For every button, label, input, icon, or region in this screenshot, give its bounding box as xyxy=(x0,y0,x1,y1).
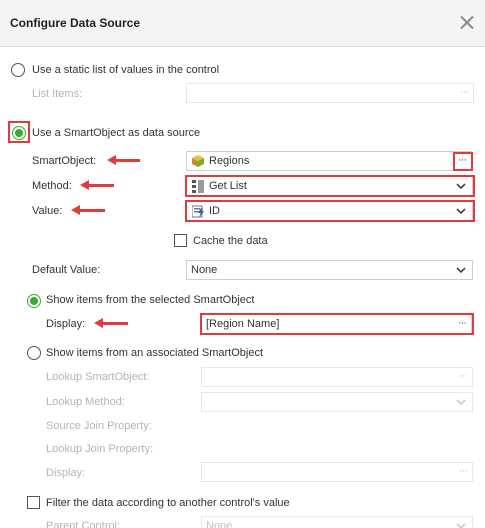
cache-label: Cache the data xyxy=(193,235,268,247)
value-property-icon xyxy=(192,205,204,218)
list-items-label: List Items: xyxy=(32,88,83,100)
smartobject-radio[interactable] xyxy=(12,126,26,140)
show-associated-label: Show items from an associated SmartObjec… xyxy=(46,347,264,359)
list-items-ellipsis-icon[interactable]: ··· xyxy=(460,86,469,98)
lookup-method-select[interactable] xyxy=(201,392,473,412)
default-value-label: Default Value: xyxy=(32,264,101,276)
smartobject-field[interactable]: Regions ··· xyxy=(186,151,472,171)
smartobject-ellipsis-icon[interactable]: ··· xyxy=(458,154,467,166)
smartobject-arrow xyxy=(107,155,140,165)
associated-display-ellipsis-icon[interactable]: ··· xyxy=(459,465,468,477)
method-select[interactable]: Get List xyxy=(186,176,473,196)
lookup-join-label: Lookup Join Property: xyxy=(46,443,154,455)
smartobject-label: SmartObject: xyxy=(32,155,97,167)
associated-display-label: Display: xyxy=(46,467,86,479)
display-field[interactable]: [Region Name] ··· xyxy=(201,314,472,334)
parent-control-chevron-down-icon[interactable] xyxy=(456,521,466,528)
method-chevron-down-icon[interactable] xyxy=(456,181,466,191)
show-associated-radio[interactable] xyxy=(27,346,41,360)
display-label: Display: xyxy=(46,318,86,330)
smartobject-cube-icon xyxy=(192,155,204,167)
parent-control-value: None xyxy=(206,520,233,528)
list-items-field[interactable]: ··· xyxy=(186,83,474,103)
parent-control-label: Parent Control: xyxy=(46,520,120,528)
default-value-chevron-down-icon[interactable] xyxy=(456,265,466,275)
smartobject-option-label: Use a SmartObject as data source xyxy=(32,127,201,139)
display-arrow xyxy=(94,318,128,328)
filter-label: Filter the data according to another con… xyxy=(46,497,290,509)
value-value: ID xyxy=(209,205,220,217)
cache-checkbox[interactable] xyxy=(174,234,187,247)
filter-checkbox[interactable] xyxy=(27,496,40,509)
method-value: Get List xyxy=(209,180,247,192)
close-icon[interactable] xyxy=(457,13,477,33)
default-value-value: None xyxy=(191,264,218,276)
smartobject-value: Regions xyxy=(209,155,250,167)
associated-display-field[interactable]: ··· xyxy=(201,462,473,482)
method-arrow xyxy=(80,180,114,190)
value-label: Value: xyxy=(32,205,63,217)
value-chevron-down-icon[interactable] xyxy=(456,206,466,216)
value-arrow xyxy=(71,205,105,215)
lookup-smartobject-field[interactable]: ··· xyxy=(201,367,473,387)
dialog-title: Configure Data Source xyxy=(10,16,141,30)
method-label: Method: xyxy=(32,180,72,192)
default-value-select[interactable]: None xyxy=(186,260,473,280)
show-selected-radio[interactable] xyxy=(27,294,41,308)
lookup-method-label: Lookup Method: xyxy=(46,396,125,408)
lookup-method-chevron-down-icon[interactable] xyxy=(456,397,466,407)
dialog-titlebar: Configure Data Source xyxy=(0,0,485,47)
source-join-label: Source Join Property: xyxy=(46,420,152,432)
lookup-smartobject-ellipsis-icon[interactable]: ··· xyxy=(459,370,468,382)
method-list-icon xyxy=(192,180,204,193)
display-value: [Region Name] xyxy=(206,318,280,330)
show-selected-label: Show items from the selected SmartObject xyxy=(46,294,255,306)
parent-control-select[interactable]: None xyxy=(201,516,473,528)
value-select[interactable]: ID xyxy=(186,201,473,221)
display-ellipsis-icon[interactable]: ··· xyxy=(458,317,467,329)
static-list-radio[interactable] xyxy=(11,63,25,77)
lookup-smartobject-label: Lookup SmartObject: xyxy=(46,371,150,383)
static-list-label: Use a static list of values in the contr… xyxy=(32,64,220,76)
